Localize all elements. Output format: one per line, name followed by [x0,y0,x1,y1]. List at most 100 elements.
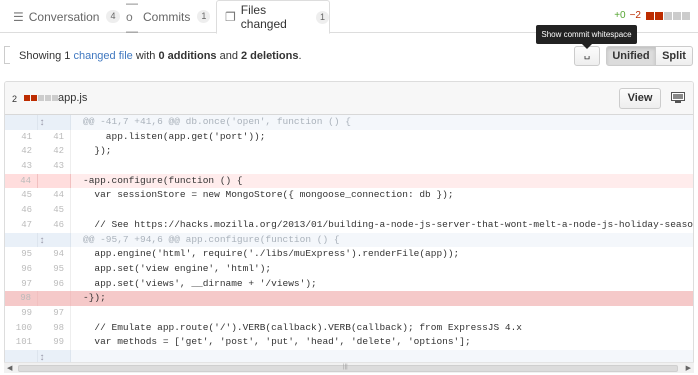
summary-file-count: 1 [64,50,71,62]
old-line-number[interactable]: 41 [5,130,38,145]
expand-lines-icon[interactable]: ↕ [39,235,45,248]
old-line-number[interactable]: 43 [5,159,38,174]
scroll-left-icon[interactable]: ◀ [7,364,12,372]
code-line: app.set('view engine', 'html'); [83,262,272,274]
code-line: // See https://hacks.mozilla.org/2013/01… [83,218,693,230]
unified-view-button[interactable]: Unified [606,46,656,66]
tab-label: Commits [143,9,191,24]
context-line-row: 95 94 app.engine('html', require('./libs/… [5,247,693,262]
new-line-number[interactable]: 43 [38,159,71,174]
expand-lines-icon[interactable]: ↕ [39,117,45,130]
summary-suffix: . [298,50,302,62]
diffstat-deletions: −2 [629,10,641,21]
context-line-row: 100 98 // Emulate app.route('/').VERB(cal… [5,320,693,336]
new-line-number[interactable]: 99 [38,335,71,350]
code-line: @@ -41,7 +41,6 @@ db.once('open', functi… [83,116,351,127]
new-line-number[interactable]: 96 [38,276,71,292]
show-whitespace-button[interactable]: ␣ [574,46,600,66]
toolbar-bracket [4,46,10,64]
new-line-number[interactable]: 46 [38,217,71,233]
new-line-number[interactable]: 97 [38,305,71,321]
whitespace-tooltip: Show commit whitespace [536,25,637,49]
old-line-number[interactable]: 46 [5,203,38,218]
context-line-row: 99 97 [5,305,693,321]
file-name[interactable]: app.js [58,92,87,104]
tab-conversation[interactable]: ☰ Conversation 4 [6,0,120,33]
code-line: app.listen(app.get('port')); [83,130,266,142]
diffstat-block [664,11,672,20]
code-line: }); [83,145,112,157]
old-line-number[interactable]: 95 [5,247,38,262]
old-line-number[interactable]: 101 [5,335,38,350]
tab-commits[interactable]: —o— Commits 1 [112,0,211,38]
new-line-number[interactable] [38,291,71,306]
split-view-button[interactable]: Split [655,46,693,66]
changed-file-link[interactable]: changed file [73,50,132,62]
code-line: app.set('views', __dirname + '/views'); [83,277,317,289]
diffstat-block [682,11,690,20]
hunk-header-row: ↕ @@ -95,7 +94,6 @@ app.configure(functio… [5,232,693,248]
context-line-row: 43 43 [5,159,693,174]
summary-additions: 0 additions [158,50,217,62]
tab-count: 1 [197,10,211,23]
old-line-number[interactable]: 97 [5,277,38,292]
diffstat-block [673,11,681,20]
new-line-number[interactable] [38,173,71,189]
files-icon: ❐ [225,10,236,24]
old-line-number[interactable]: 42 [5,144,38,159]
file-header: 2 app.js View [5,82,693,115]
tab-label: Files changed [240,3,287,31]
new-line-number[interactable]: 44 [38,188,71,204]
new-line-number[interactable]: 45 [38,203,71,218]
context-line-row: 47 46 // See https://hacks.mozilla.org/20… [5,217,693,233]
new-line-number[interactable]: 98 [38,320,71,336]
summary-prefix: Showing [19,50,65,62]
old-line-number[interactable]: 96 [5,262,38,277]
scrollbar-thumb[interactable] [18,365,678,372]
old-line-number [5,115,38,130]
new-line-number[interactable]: 41 [38,129,71,145]
commit-icon: —o— [126,0,138,38]
summary-deletions: 2 deletions [241,50,299,62]
context-line-row: 45 44 var sessionStore = new MongoStore({… [5,188,693,204]
deleted-line-row: 98 -}); [5,291,693,306]
deleted-line-row: 44 -app.configure(function () { [5,173,693,189]
file-change-count: 2 [12,94,18,104]
whitespace-icon: ␣ [583,49,591,60]
view-file-button[interactable]: View [619,88,661,109]
old-line-number [5,232,38,248]
new-line-number[interactable]: 42 [38,144,71,160]
old-line-number[interactable]: 45 [5,188,38,203]
context-line-row: 42 42 }); [5,144,693,160]
summary-with: with [132,50,159,62]
conversation-icon: ☰ [13,9,24,24]
context-line-row: 96 95 app.set('view engine', 'html'); [5,261,693,277]
code-line: var methods = ['get', 'post', 'put', 'he… [83,336,471,348]
old-line-number[interactable]: 47 [5,218,38,233]
code-line: app.engine('html', require('./libs/muExp… [83,248,460,260]
new-line-number[interactable]: 95 [38,261,71,277]
file-diffstat-block [31,95,37,101]
old-line-number[interactable]: 100 [5,321,38,336]
context-line-row: 97 96 app.set('views', __dirname + '/view… [5,276,693,292]
code-line: -app.configure(function () { [83,174,243,186]
old-line-number[interactable]: 44 [5,173,38,189]
scrollbar-grip-icon: ||| [343,364,348,370]
old-line-number[interactable]: 98 [5,291,38,306]
diffstat-block [655,11,663,20]
scroll-right-icon[interactable]: ▶ [686,364,691,372]
file-diffstat-block [45,95,51,101]
code-line: var sessionStore = new MongoStore({ mong… [83,189,454,201]
diffstat-additions: +0 [614,10,626,21]
horizontal-scrollbar[interactable]: ◀ ||| ▶ [4,362,694,373]
file-diffstat-block [38,95,44,101]
context-line-row: 46 45 [5,203,693,218]
new-line-number[interactable]: 94 [38,247,71,262]
tab-files-changed[interactable]: ❐ Files changed 1 [216,0,330,34]
code-line: @@ -95,7 +94,6 @@ app.configure(function… [83,233,340,245]
file-diff: 2 app.js View ↕ @@ -41,7 +41,6 @@ db.once… [4,81,694,373]
desktop-icon[interactable] [671,92,685,103]
file-diffstat-block [24,95,30,101]
hunk-header-row: ↕ @@ -41,7 +41,6 @@ db.once('open', funct… [5,115,693,130]
old-line-number[interactable]: 99 [5,306,38,321]
